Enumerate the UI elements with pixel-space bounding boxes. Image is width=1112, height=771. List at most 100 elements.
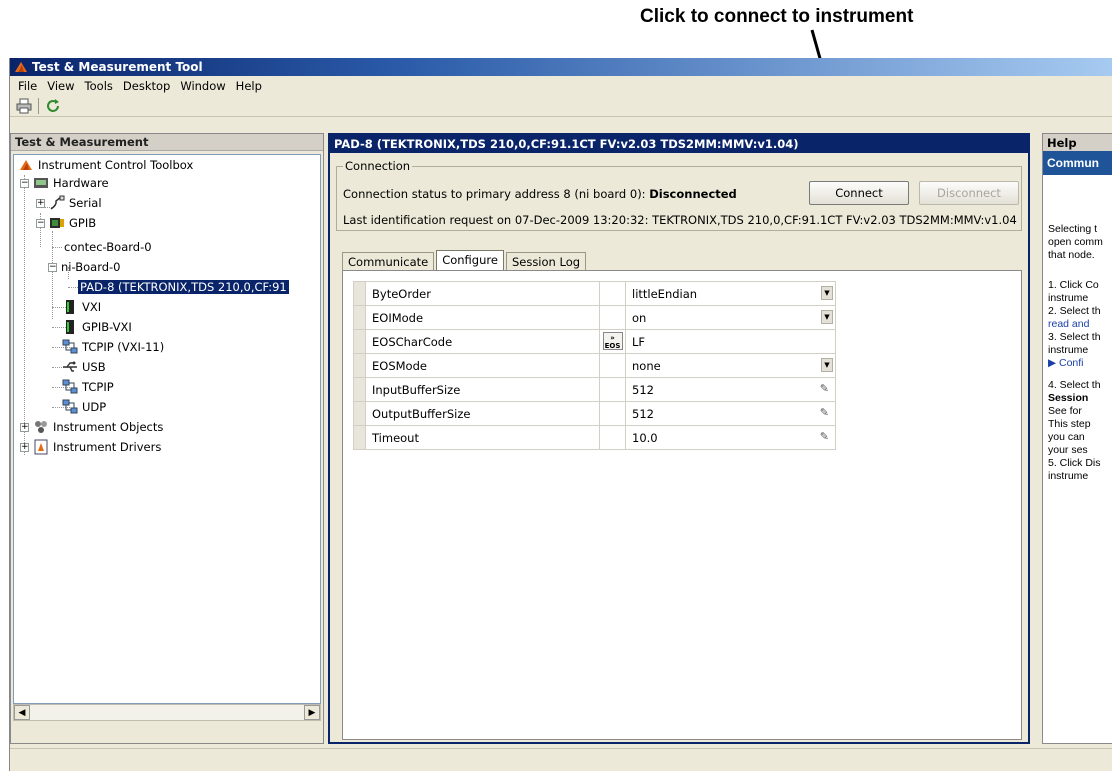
- vxi-icon: [62, 299, 78, 315]
- property-value: 512: [632, 382, 654, 397]
- help-link[interactable]: ▶ Confi: [1048, 357, 1101, 370]
- instrument-tree: Instrument Control Toolbox − Hardware + …: [13, 154, 321, 704]
- network-icon: [62, 379, 78, 395]
- help-panel-title: Help: [1043, 134, 1112, 151]
- menu-file[interactable]: File: [13, 79, 42, 93]
- eos-chooser-button[interactable]: » EOS: [602, 332, 623, 350]
- help-line: See for: [1048, 405, 1082, 417]
- tree-item-contec-board[interactable]: contec-Board-0: [64, 237, 152, 257]
- property-value-cell[interactable]: littleEndian ▼: [625, 281, 836, 306]
- help-line: 1. Click Co: [1048, 279, 1099, 291]
- dropdown-arrow-icon[interactable]: ▼: [821, 310, 833, 324]
- connect-button[interactable]: Connect: [809, 181, 909, 205]
- help-line: 5. Click Dis: [1048, 457, 1101, 469]
- help-panel: Help Commun Selecting t open comm that n…: [1042, 133, 1112, 744]
- disconnect-button[interactable]: Disconnect: [919, 181, 1019, 205]
- print-button[interactable]: [14, 97, 34, 115]
- property-value-cell[interactable]: 512 ✎: [625, 377, 836, 402]
- row-gutter: [353, 353, 366, 378]
- help-line: instrume: [1048, 344, 1089, 356]
- property-editor-cell: [599, 281, 626, 306]
- tab-bar: Communicate Configure Session Log: [342, 250, 588, 272]
- status-bar: [10, 748, 1112, 771]
- menu-view[interactable]: View: [42, 79, 79, 93]
- property-row: InputBufferSize 512 ✎: [353, 377, 836, 402]
- property-name: EOIMode: [365, 305, 600, 330]
- expand-toggle-icon[interactable]: +: [20, 422, 29, 432]
- row-gutter: [353, 305, 366, 330]
- tree-item-instrument-objects[interactable]: + Instrument Objects: [20, 417, 163, 437]
- tree-item-instrument-drivers[interactable]: + Instrument Drivers: [20, 437, 161, 457]
- collapse-toggle-icon[interactable]: −: [48, 262, 57, 272]
- tree-item-tcpip-vxi11[interactable]: TCPIP (VXI-11): [62, 337, 164, 357]
- property-row: Timeout 10.0 ✎: [353, 425, 836, 450]
- property-editor-cell: [599, 425, 626, 450]
- tree-item-vxi[interactable]: VXI: [62, 297, 101, 317]
- property-editor-cell: » EOS: [599, 329, 626, 354]
- network-icon: [62, 399, 78, 415]
- property-value-cell[interactable]: 512 ✎: [625, 401, 836, 426]
- help-link[interactable]: read and: [1048, 318, 1101, 331]
- tab-communicate[interactable]: Communicate: [342, 252, 435, 271]
- property-row: EOSCharCode » EOS LF: [353, 329, 836, 354]
- help-line: Selecting t: [1048, 223, 1098, 235]
- help-line: your ses: [1048, 444, 1088, 456]
- last-identification: Last identification request on 07-Dec-20…: [343, 213, 1017, 227]
- collapse-toggle-icon[interactable]: −: [20, 178, 29, 188]
- help-step-1: 1. Click Co instrume: [1048, 279, 1099, 305]
- property-table: ByteOrder littleEndian ▼ EOIMode on ▼ EOSC…: [353, 281, 836, 450]
- tree-item-udp[interactable]: UDP: [62, 397, 106, 417]
- property-value-cell[interactable]: on ▼: [625, 305, 836, 330]
- help-line: you can: [1048, 431, 1085, 443]
- dropdown-arrow-icon[interactable]: ▼: [821, 286, 833, 300]
- tree-item-serial[interactable]: + Serial: [36, 193, 102, 213]
- property-row: ByteOrder littleEndian ▼: [353, 281, 836, 306]
- scroll-left-icon[interactable]: ◀: [14, 705, 30, 720]
- tree-item-instrument-control-toolbox[interactable]: Instrument Control Toolbox: [18, 155, 193, 175]
- tree-item-ni-board[interactable]: − ni-Board-0: [48, 257, 121, 277]
- help-line: This step: [1048, 418, 1091, 430]
- property-row: EOIMode on ▼: [353, 305, 836, 330]
- property-name: OutputBufferSize: [365, 401, 600, 426]
- tab-configure[interactable]: Configure: [436, 250, 504, 272]
- gpib-icon: [49, 215, 65, 231]
- tree-item-gpib-vxi[interactable]: GPIB-VXI: [62, 317, 132, 337]
- connection-status-value: Disconnected: [649, 187, 737, 201]
- property-value-cell[interactable]: none ▼: [625, 353, 836, 378]
- property-value-cell[interactable]: 10.0 ✎: [625, 425, 836, 450]
- refresh-button[interactable]: [43, 97, 63, 115]
- tree-item-tcpip[interactable]: TCPIP: [62, 377, 114, 397]
- collapse-toggle-icon[interactable]: −: [36, 218, 45, 228]
- property-name: InputBufferSize: [365, 377, 600, 402]
- edit-pencil-icon[interactable]: ✎: [820, 382, 829, 395]
- menu-desktop[interactable]: Desktop: [118, 79, 175, 93]
- tree-item-hardware[interactable]: − Hardware: [20, 173, 109, 193]
- help-line: that node.: [1048, 249, 1095, 261]
- scroll-right-icon[interactable]: ▶: [304, 705, 320, 720]
- tab-session-log[interactable]: Session Log: [505, 252, 587, 271]
- row-gutter: [353, 377, 366, 402]
- menu-tools[interactable]: Tools: [80, 79, 118, 93]
- menu-help[interactable]: Help: [231, 79, 267, 93]
- property-value: LF: [632, 334, 646, 349]
- tree-horizontal-scrollbar[interactable]: ◀ ▶: [13, 704, 321, 721]
- property-value-cell[interactable]: LF: [625, 329, 836, 354]
- expand-toggle-icon[interactable]: +: [36, 198, 45, 208]
- property-editor-cell: [599, 305, 626, 330]
- configure-tab-content: ByteOrder littleEndian ▼ EOIMode on ▼ EOSC…: [342, 270, 1022, 740]
- menu-window[interactable]: Window: [175, 79, 230, 93]
- help-heading: Commun: [1043, 151, 1112, 175]
- dropdown-arrow-icon[interactable]: ▼: [821, 358, 833, 372]
- help-line: 4. Select th: [1048, 379, 1101, 391]
- expand-toggle-icon[interactable]: +: [20, 442, 29, 452]
- matlab-logo-icon: [15, 62, 27, 72]
- instrument-panel-title: PAD-8 (TEKTRONIX,TDS 210,0,CF:91.1CT FV:…: [330, 135, 1028, 153]
- help-line: 2. Select th: [1048, 305, 1101, 317]
- edit-pencil-icon[interactable]: ✎: [820, 406, 829, 419]
- tree-item-usb[interactable]: USB: [62, 357, 106, 377]
- tree-item-gpib[interactable]: − GPIB: [36, 213, 96, 233]
- tree-item-pad-8[interactable]: PAD-8 (TEKTRONIX,TDS 210,0,CF:91: [78, 277, 289, 297]
- printer-icon: [16, 98, 32, 113]
- edit-pencil-icon[interactable]: ✎: [820, 430, 829, 443]
- property-name: EOSCharCode: [365, 329, 600, 354]
